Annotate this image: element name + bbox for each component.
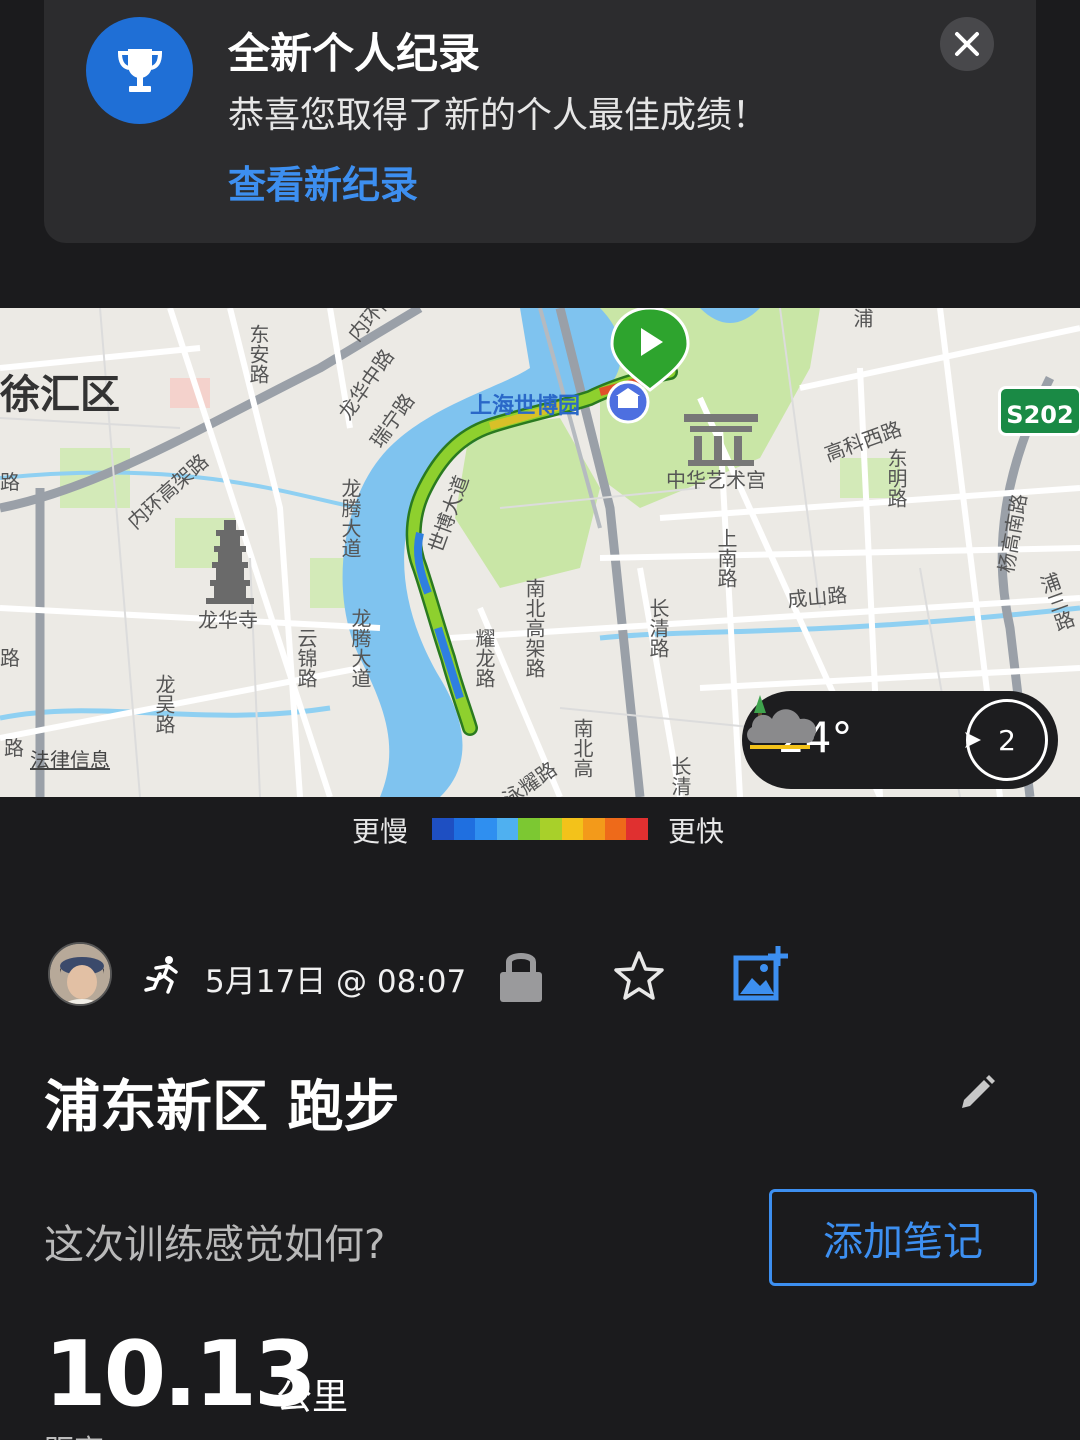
weather-badge[interactable]: 24° 2 xyxy=(742,691,1058,789)
map-label-longhua-temple: 龙华寺 xyxy=(198,608,258,632)
legend-swatch xyxy=(518,818,540,840)
view-new-record-link[interactable]: 查看新纪录 xyxy=(228,154,418,209)
add-note-button[interactable]: 添加笔记 xyxy=(769,1189,1037,1286)
map-label-pu: 浦 xyxy=(850,308,874,328)
legend-swatch xyxy=(453,818,476,840)
trophy-icon xyxy=(86,17,193,124)
legend-swatch xyxy=(539,818,562,840)
map-label-longteng-top: 龙腾大道 xyxy=(338,478,362,558)
activity-datetime: 5月17日 @ 08:07 xyxy=(205,964,467,1000)
highway-shield: S202 xyxy=(998,386,1080,436)
legend-swatch xyxy=(496,818,519,840)
map-label-chang-bottom: 长清 xyxy=(668,756,692,796)
avatar[interactable] xyxy=(48,942,112,1006)
edit-icon[interactable] xyxy=(958,1072,998,1112)
map-label-lu-left2: 路 xyxy=(0,646,20,670)
close-icon xyxy=(955,32,979,56)
legend-color-bar xyxy=(432,818,648,840)
legend-fast-label: 更快 xyxy=(668,815,725,848)
distance-unit: 公里 xyxy=(276,1377,349,1418)
map-label-lu-left: 路 xyxy=(0,470,20,494)
cloud-icon xyxy=(747,695,817,749)
map-label-district: 徐汇区 xyxy=(0,372,120,418)
map-label-nanbei-top: 南北高架路 xyxy=(522,578,546,678)
legend-swatch xyxy=(432,818,454,840)
map-label-yunjin: 云锦路 xyxy=(294,628,318,688)
legend-swatch xyxy=(561,818,584,840)
map-label-expo-park: 上海世博园 xyxy=(470,394,581,419)
map-label-art-palace: 中华艺术宫 xyxy=(666,468,766,492)
running-icon xyxy=(144,956,178,994)
map-legal-link[interactable]: 法律信息 xyxy=(30,744,110,773)
map-label-longteng-bottom: 龙腾大道 xyxy=(348,608,372,688)
activity-meta-row: 5月17日 @ 08:07 xyxy=(0,940,1080,1010)
map-label-dongming: 东明路 xyxy=(884,448,908,508)
close-button[interactable] xyxy=(940,17,994,71)
legend-swatch xyxy=(475,818,497,840)
map-label-chengshan: 成山路 xyxy=(786,582,849,612)
activity-title: 浦东新区 跑步 xyxy=(44,1075,400,1140)
map-label-yaolong: 耀龙路 xyxy=(472,628,496,688)
map-label-nanbei-bottom: 南北高 xyxy=(570,718,594,778)
map-label-dongan: 东安路 xyxy=(246,324,270,384)
feel-prompt: 这次训练感觉如何? xyxy=(44,1222,386,1268)
wind-indicator: 2 xyxy=(965,699,1048,781)
add-photo-icon[interactable] xyxy=(730,944,790,1002)
legend-swatch xyxy=(626,818,648,840)
distance-value: 10.13 xyxy=(44,1322,317,1427)
legend-swatch xyxy=(583,818,605,840)
legend-slow-label: 更慢 xyxy=(352,815,409,848)
legend-swatch xyxy=(604,818,627,840)
notification-body: 恭喜您取得了新的个人最佳成绩！ xyxy=(228,95,769,136)
map-label-changqing: 长清路 xyxy=(646,598,670,658)
wind-speed: 2 xyxy=(998,723,1016,757)
map-label-lu-bottom-left: 路 xyxy=(4,736,24,760)
notification-title: 全新个人纪录 xyxy=(228,29,481,78)
lock-icon[interactable] xyxy=(498,948,544,1004)
map-label-longwu: 龙吴路 xyxy=(152,674,176,734)
map-label-shangnan: 上南路 xyxy=(714,528,738,588)
wind-direction-icon xyxy=(965,732,981,748)
route-map[interactable]: 徐汇区 东安路 内环高架 龙华中路 瑞宁路 内环高架路 上海世博园 中华艺术宫 … xyxy=(0,308,1080,797)
star-icon[interactable] xyxy=(612,950,666,1002)
distance-label: 距离 xyxy=(44,1426,104,1440)
pace-legend: 更慢 更快 xyxy=(0,810,1080,850)
notification-card[interactable]: 全新个人纪录 恭喜您取得了新的个人最佳成绩！ 查看新纪录 xyxy=(44,0,1036,243)
